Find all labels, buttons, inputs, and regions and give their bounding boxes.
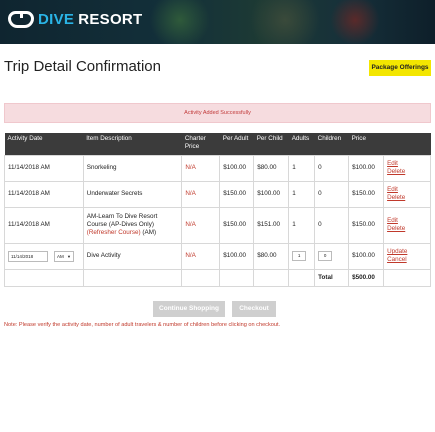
table-row: 11/14/2018 AM AM-Learn To Dive Resort Co… [4, 206, 431, 244]
site-header: DIVE RESORT [0, 0, 435, 44]
per-child-price: $80.00 [253, 242, 290, 270]
empty-cell [288, 268, 316, 287]
header-background-foliage [250, 0, 320, 44]
per-adult-price: $150.00 [219, 206, 255, 244]
edit-link[interactable]: Edit [387, 217, 427, 225]
package-offerings-button[interactable]: Package Offerings [369, 60, 431, 76]
total-label: Total [314, 268, 350, 287]
empty-cell [253, 268, 290, 287]
cancel-link[interactable]: Cancel [387, 256, 427, 264]
col-per-child: Per Child [253, 133, 289, 155]
item-description: AM-Learn To Dive Resort Course (AP-Dives… [82, 206, 183, 244]
page-title: Trip Detail Confirmation [4, 58, 161, 75]
brand-name-resort: RESORT [78, 11, 143, 28]
ampm-select[interactable]: AM ▼ [54, 250, 74, 262]
per-adult-price: $100.00 [219, 154, 255, 182]
table-row: 11/14/2018 AM Underwater Secrets N/A $15… [4, 180, 431, 208]
empty-cell [219, 268, 255, 287]
continue-shopping-button[interactable]: Continue Shopping [153, 301, 225, 317]
total-row: Total $500.00 [4, 268, 431, 287]
table-row-editing: 11/14/2018 AM ▼ Dive Activity N/A $100.00 … [4, 242, 431, 270]
brand-logo[interactable]: DIVE RESORT [8, 11, 143, 28]
delete-link[interactable]: Delete [387, 225, 427, 233]
per-child-price: $80.00 [253, 154, 290, 182]
row-price: $150.00 [348, 206, 385, 244]
col-per-adult: Per Adult [219, 133, 254, 155]
item-description: Dive Activity [82, 242, 183, 270]
charter-price: N/A [181, 180, 221, 208]
empty-cell [4, 268, 84, 287]
brand-name-dive: DIVE [38, 11, 75, 28]
activity-date-editor: 11/14/2018 AM ▼ [4, 242, 84, 270]
row-actions: Update Cancel [383, 242, 431, 270]
update-link[interactable]: Update [387, 248, 427, 256]
item-description-main: AM-Learn To Dive Resort Course (AP-Dives… [86, 213, 158, 228]
charter-price: N/A [181, 242, 221, 270]
adults-count: 1 [288, 180, 316, 208]
activity-date: 11/14/2018 AM [4, 180, 84, 208]
activity-date: 11/14/2018 AM [4, 154, 84, 182]
empty-cell [82, 268, 183, 287]
row-price: $100.00 [348, 154, 385, 182]
adults-count: 1 [288, 154, 316, 182]
col-price: Price [348, 133, 384, 155]
trip-table: Activity Date Item Description Charter P… [4, 133, 431, 287]
per-adult-price: $100.00 [219, 242, 255, 270]
table-header-row: Activity Date Item Description Charter P… [4, 133, 431, 155]
per-child-price: $151.00 [253, 206, 290, 244]
row-price: $100.00 [348, 242, 385, 270]
charter-price: N/A [181, 154, 221, 182]
children-count: 0 [314, 154, 350, 182]
row-actions: Edit Delete [383, 154, 431, 182]
empty-cell [383, 268, 431, 287]
item-description: Snorkeling [82, 154, 183, 182]
row-price: $150.00 [348, 180, 385, 208]
per-child-price: $100.00 [253, 180, 290, 208]
adults-count: 1 [288, 206, 316, 244]
col-charter-price: Charter Price [181, 133, 220, 155]
edit-link[interactable]: Edit [387, 160, 427, 168]
total-value: $500.00 [348, 268, 385, 287]
children-count: 0 [314, 206, 350, 244]
empty-cell [181, 268, 221, 287]
chevron-down-icon: ▼ [67, 253, 71, 259]
date-input[interactable]: 11/14/2018 [8, 250, 48, 262]
per-adult-price: $150.00 [219, 180, 255, 208]
row-actions: Edit Delete [383, 206, 431, 244]
item-description: Underwater Secrets [82, 180, 183, 208]
col-actions [383, 133, 431, 155]
dive-mask-icon [8, 11, 34, 28]
item-description-refresher: (Refresher Course) [86, 229, 141, 236]
col-children: Children [314, 133, 349, 155]
verification-note: Note: Please verify the activity date, n… [4, 322, 281, 328]
col-activity-date: Activity Date [4, 133, 84, 155]
adults-input[interactable]: 1 [292, 251, 307, 261]
edit-link[interactable]: Edit [387, 186, 427, 194]
children-cell: 0 [314, 242, 350, 270]
item-description-suffix: (AM) [140, 229, 157, 236]
delete-link[interactable]: Delete [387, 194, 427, 202]
row-actions: Edit Delete [383, 180, 431, 208]
delete-link[interactable]: Delete [387, 168, 427, 176]
adults-cell: 1 [288, 242, 316, 270]
table-row: 11/14/2018 AM Snorkeling N/A $100.00 $80… [4, 154, 431, 182]
header-background-foliage [330, 0, 380, 44]
checkout-button[interactable]: Checkout [232, 301, 276, 317]
col-item-description: Item Description [83, 133, 182, 155]
charter-price: N/A [181, 206, 221, 244]
col-adults: Adults [288, 133, 315, 155]
success-alert: Activity Added Successfully [4, 103, 431, 123]
ampm-value: AM [57, 253, 64, 259]
activity-date: 11/14/2018 AM [4, 206, 84, 244]
children-count: 0 [314, 180, 350, 208]
header-background-foliage [150, 0, 210, 44]
children-input[interactable]: 0 [318, 251, 333, 261]
